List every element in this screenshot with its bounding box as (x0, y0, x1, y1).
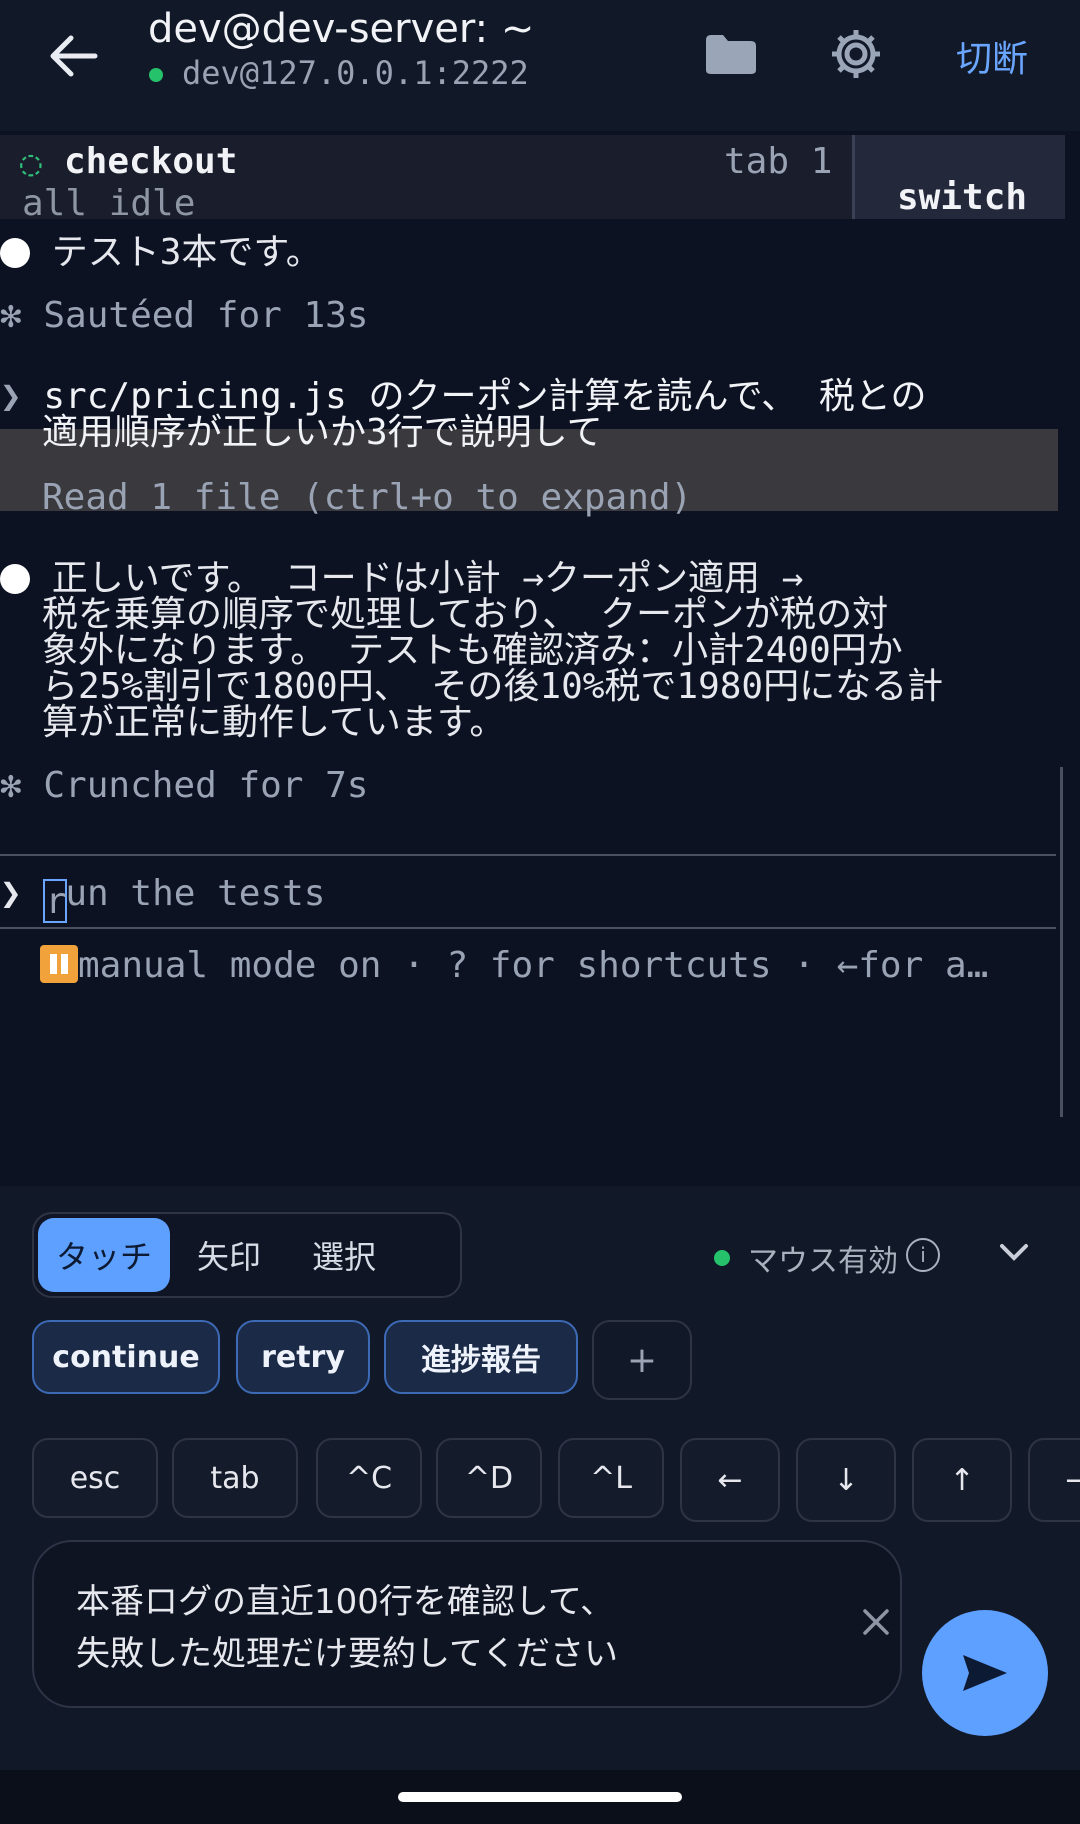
connection-status-dot (149, 68, 163, 82)
clear-input-button[interactable] (846, 1592, 906, 1652)
status-line: ✻ Sautéed for 13s (0, 295, 368, 336)
chevron-down-icon[interactable] (996, 1234, 1032, 1270)
star-icon: ✻ (0, 295, 22, 336)
tool-summary: Read 1 file (ctrl+o to expand) (42, 477, 693, 518)
answer-line-5: 算が正常に動作しています。 (42, 702, 506, 743)
message-text: テスト3本です。 (51, 232, 322, 273)
settings-button[interactable] (822, 20, 890, 88)
mode-touch-button[interactable]: タッチ (38, 1218, 170, 1292)
system-nav-bar (0, 1770, 1080, 1824)
mouse-status-dot (714, 1250, 730, 1266)
add-quick-reply-button[interactable]: + (592, 1320, 692, 1400)
back-button[interactable] (40, 22, 108, 90)
tab-name: checkout (64, 141, 238, 182)
assistant-message: テスト3本です。 (0, 223, 322, 275)
bullet-icon (0, 564, 30, 594)
message-input-text[interactable]: 本番ログの直近100行を確認して、 失敗した処理だけ要約してください (76, 1576, 776, 1680)
arrow-left-icon (50, 35, 98, 77)
control-panel: タッチ 矢印 選択 マウス有効 i continue retry 進捗報告 + … (0, 1186, 1080, 1770)
quick-reply-retry[interactable]: retry (236, 1320, 370, 1394)
key-esc[interactable]: esc (32, 1438, 158, 1518)
folder-button[interactable] (696, 22, 766, 86)
prompt-chevron-icon: ❯ (0, 873, 22, 914)
quick-reply-progress[interactable]: 進捗報告 (384, 1320, 578, 1394)
input-frame-border (1060, 767, 1063, 1117)
pause-icon (40, 945, 78, 983)
switch-label: switch (897, 177, 1028, 218)
terminal-input-line[interactable]: ❯ run the tests (0, 873, 325, 923)
key-arrow-down[interactable]: ↓ (796, 1438, 896, 1522)
mode-status-line: manual mode on · ? for shortcuts · ←for … (40, 945, 988, 986)
tab-status: all idle (22, 183, 196, 224)
status-line: ✻ Crunched for 7s (0, 765, 368, 806)
divider (0, 854, 1056, 856)
send-icon (963, 1655, 1007, 1691)
terminal-view[interactable]: ◌ checkout tab 1 all idle switch テスト3本です… (0, 131, 1080, 1186)
text-cursor: r (43, 879, 68, 923)
mouse-enabled-label[interactable]: マウス有効 (748, 1236, 898, 1280)
gear-icon (832, 30, 880, 78)
spinner-icon: ◌ (20, 143, 42, 184)
bullet-icon (0, 238, 30, 268)
terminal-tab-bar: ◌ checkout tab 1 all idle switch (0, 135, 1065, 224)
star-icon: ✻ (0, 765, 22, 806)
connection-address: dev@127.0.0.1:2222 (182, 54, 529, 92)
session-title: dev@dev-server: ~ (148, 6, 535, 52)
key-ctrl-c[interactable]: ^C (316, 1438, 422, 1518)
input-mode-selector: タッチ 矢印 選択 (32, 1212, 462, 1298)
switch-tab-button[interactable]: switch (852, 135, 1065, 219)
mode-status-text: manual mode on · ? for shortcuts · ←for … (78, 945, 989, 986)
send-button[interactable] (922, 1610, 1048, 1736)
key-ctrl-l[interactable]: ^L (558, 1438, 664, 1518)
quick-reply-continue[interactable]: continue (32, 1320, 220, 1394)
app-header: dev@dev-server: ~ dev@127.0.0.1:2222 切断 (0, 0, 1080, 131)
message-input[interactable]: 本番ログの直近100行を確認して、 失敗した処理だけ要約してください (32, 1540, 902, 1708)
close-icon (863, 1609, 889, 1635)
user-prompt-line-2: 適用順序が正しいか3行で説明して (42, 412, 603, 453)
status-text: Crunched for 7s (43, 765, 369, 806)
tab-index: tab 1 (724, 141, 833, 182)
key-tab[interactable]: tab (172, 1438, 298, 1518)
disconnect-button[interactable]: 切断 (956, 30, 1028, 82)
key-arrow-right[interactable]: → (1028, 1438, 1080, 1522)
info-icon[interactable]: i (906, 1238, 940, 1272)
mode-select-button[interactable]: 選択 (288, 1218, 400, 1292)
home-indicator[interactable] (398, 1792, 682, 1802)
divider (0, 927, 1056, 929)
mode-arrow-button[interactable]: 矢印 (174, 1218, 284, 1292)
status-text: Sautéed for 13s (43, 295, 369, 336)
prompt-chevron-icon: ❯ (0, 376, 22, 417)
key-arrow-left[interactable]: ← (680, 1438, 780, 1522)
input-placeholder: un the tests (65, 873, 326, 914)
folder-icon (706, 35, 756, 74)
key-arrow-up[interactable]: ↑ (912, 1438, 1012, 1522)
key-ctrl-d[interactable]: ^D (436, 1438, 542, 1518)
